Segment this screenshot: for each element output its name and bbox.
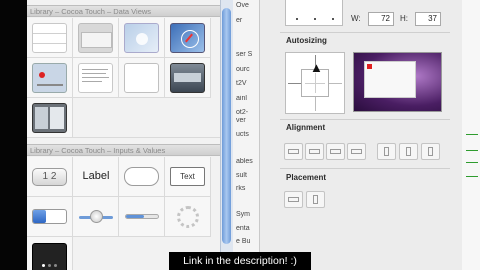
preview-marker <box>367 64 372 69</box>
view-icon <box>124 63 159 93</box>
library-item-label[interactable]: Label <box>73 157 119 197</box>
align-v-centers-button[interactable] <box>377 143 396 160</box>
list-item[interactable]: ot2- <box>236 109 259 116</box>
scrollbar-thumb[interactable] <box>222 8 231 244</box>
left-strut[interactable] <box>288 83 301 84</box>
compass-icon <box>170 23 205 53</box>
list-item[interactable]: ainl <box>236 95 259 102</box>
library-item-split-view[interactable] <box>27 98 73 138</box>
code-line-marker <box>466 162 478 163</box>
list-item[interactable]: ourc <box>236 66 259 73</box>
editor-gutter <box>462 0 480 270</box>
navigation-bar-icon <box>170 63 205 93</box>
page-control-icon <box>32 243 67 270</box>
activity-indicator-icon <box>177 206 199 228</box>
video-caption: Link in the description! :) <box>169 252 311 270</box>
center-vertically-button[interactable] <box>306 191 325 208</box>
text-view-icon <box>78 63 113 93</box>
alignment-title: Alignment <box>286 123 326 132</box>
library-empty-row <box>73 98 220 138</box>
slider-knob-icon <box>90 210 103 223</box>
divider <box>280 119 450 120</box>
library-item-text-field[interactable]: Text <box>165 157 211 197</box>
image-view-icon <box>124 23 159 53</box>
size-inspector-panel: W: 72 H: 37 Autosizing ▲ Alignment Place… <box>259 0 462 270</box>
library-item-segmented-control[interactable]: 1 2 <box>27 157 73 197</box>
library-item-navigation-bar[interactable] <box>165 58 211 98</box>
align-right-edges-button[interactable] <box>326 143 345 160</box>
library-section-header-data-views: Library – Cocoa Touch – Data Views <box>27 5 220 17</box>
switch-icon <box>32 209 67 224</box>
autosizing-preview <box>353 52 442 112</box>
align-top-edges-button[interactable] <box>347 143 366 160</box>
list-item[interactable]: ables <box>236 158 259 165</box>
list-item[interactable]: ser S <box>236 51 259 58</box>
preview-window <box>364 61 416 98</box>
library-section-header-inputs: Library – Cocoa Touch – Inputs & Values <box>27 144 220 156</box>
code-line-marker <box>466 134 478 135</box>
library-item-text-view[interactable] <box>73 58 119 98</box>
library-item-progress-view[interactable] <box>119 197 165 237</box>
divider <box>280 32 450 33</box>
map-view-icon <box>32 63 67 93</box>
library-item-web-view[interactable] <box>165 18 211 58</box>
list-item[interactable]: enta <box>236 225 259 232</box>
split-view-icon <box>32 103 67 133</box>
object-library-panel: Library – Cocoa Touch – Data Views Libra… <box>27 0 220 270</box>
library-item-grouped-table-view[interactable] <box>73 18 119 58</box>
code-line-marker <box>466 150 478 151</box>
left-dark-edge <box>0 0 27 270</box>
library-item-text-field-rounded[interactable] <box>119 157 165 197</box>
align-bottom-edges-button[interactable] <box>421 143 440 160</box>
segmented-control-icon: 1 2 <box>32 168 67 186</box>
align-left-edges-button[interactable] <box>284 143 303 160</box>
align-h-centers-button[interactable] <box>305 143 324 160</box>
list-item[interactable]: e Bu <box>236 238 259 245</box>
origin-selector[interactable] <box>285 0 343 26</box>
autosizing-title: Autosizing <box>286 36 327 45</box>
align-baselines-button[interactable] <box>399 143 418 160</box>
code-line-marker <box>466 176 478 177</box>
grouped-table-icon <box>78 23 113 53</box>
list-item[interactable]: rks <box>236 185 259 192</box>
library-item-table-view[interactable] <box>27 18 73 58</box>
text-field-icon: Text <box>170 167 205 186</box>
placement-title: Placement <box>286 173 327 182</box>
label-item-text: Label <box>82 170 110 182</box>
list-item[interactable]: ver <box>236 117 259 124</box>
right-strut[interactable] <box>329 83 342 84</box>
width-field[interactable]: 72 <box>368 12 394 26</box>
progress-bar-icon <box>125 214 159 219</box>
center-horizontally-button[interactable] <box>284 191 303 208</box>
library-item-slider[interactable] <box>73 197 119 237</box>
document-outline-list: Ove er ser S ourc t2V ainl ot2- ver ucts… <box>233 0 259 270</box>
horizontal-spring[interactable] <box>305 83 325 84</box>
list-item[interactable]: t2V <box>236 80 259 87</box>
list-item[interactable]: ucts <box>236 131 259 138</box>
list-item[interactable]: sult <box>236 172 259 179</box>
height-label: H: <box>400 14 408 23</box>
width-label: W: <box>351 14 361 23</box>
mouse-cursor-icon: ▲ <box>310 60 323 75</box>
list-item[interactable]: er <box>236 17 259 24</box>
divider <box>280 168 450 169</box>
library-item-switch[interactable] <box>27 197 73 237</box>
list-item[interactable]: Ove <box>236 2 259 9</box>
table-view-icon <box>32 23 67 53</box>
library-item-map-view[interactable] <box>27 58 73 98</box>
list-item[interactable]: Sym <box>236 211 259 218</box>
library-item-view[interactable] <box>119 58 165 98</box>
library-item-image-view[interactable] <box>119 18 165 58</box>
library-item-page-control[interactable] <box>27 237 73 270</box>
library-item-activity-indicator[interactable] <box>165 197 211 237</box>
bottom-strut[interactable] <box>315 97 316 111</box>
rounded-text-field-icon <box>124 167 159 186</box>
height-field[interactable]: 37 <box>415 12 441 26</box>
